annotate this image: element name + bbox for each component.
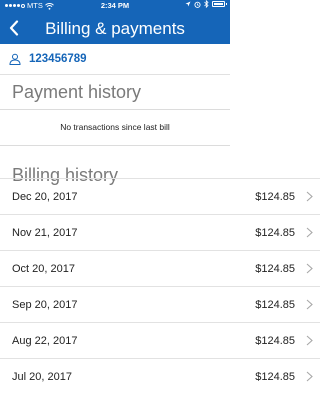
bill-date: Nov 21, 2017 (12, 226, 78, 239)
bill-amount: $124.85 (255, 334, 295, 347)
bluetooth-icon (204, 0, 209, 8)
billing-history-row[interactable]: Jul 20, 2017 $124.85 (0, 358, 320, 394)
status-bar: MTS 2:34 PM (0, 0, 230, 12)
chevron-right-icon (306, 299, 313, 310)
account-number: 123456789 (29, 53, 87, 65)
user-icon (9, 53, 21, 65)
status-right (185, 0, 227, 8)
billing-history-row[interactable]: Oct 20, 2017 $124.85 (0, 250, 320, 286)
location-icon (185, 1, 191, 7)
billing-history-row[interactable]: Sep 20, 2017 $124.85 (0, 286, 320, 322)
chevron-right-icon (306, 371, 313, 382)
bill-amount: $124.85 (255, 190, 295, 203)
account-row: 123456789 (0, 44, 230, 75)
bill-date: Dec 20, 2017 (12, 190, 78, 203)
battery-icon (212, 1, 227, 7)
billing-history-list: Dec 20, 2017 $124.85 Nov 21, 2017 $124.8… (0, 178, 320, 394)
page-title: Billing & payments (45, 19, 185, 38)
chevron-right-icon (306, 227, 313, 238)
billing-history-row[interactable]: Nov 21, 2017 $124.85 (0, 214, 320, 250)
alarm-icon (194, 1, 201, 8)
payment-history-heading: Payment history (0, 75, 230, 110)
billing-history-row[interactable]: Aug 22, 2017 $124.85 (0, 322, 320, 358)
bill-date: Sep 20, 2017 (12, 298, 78, 311)
bill-amount: $124.85 (255, 370, 295, 383)
bill-date: Oct 20, 2017 (12, 262, 75, 275)
chevron-right-icon (306, 335, 313, 346)
bill-date: Jul 20, 2017 (12, 370, 72, 383)
app-header: MTS 2:34 PM Billing & payments (0, 0, 230, 44)
bill-amount: $124.85 (255, 226, 295, 239)
payment-history-empty-message: No transactions since last bill (60, 122, 170, 132)
chevron-right-icon (306, 191, 313, 202)
chevron-right-icon (306, 263, 313, 274)
bill-date: Aug 22, 2017 (12, 334, 78, 347)
billing-history-row[interactable]: Dec 20, 2017 $124.85 (0, 178, 320, 214)
section-divider (0, 145, 230, 158)
bill-amount: $124.85 (255, 298, 295, 311)
navigation-bar: Billing & payments (0, 12, 230, 44)
bill-amount: $124.85 (255, 262, 295, 275)
